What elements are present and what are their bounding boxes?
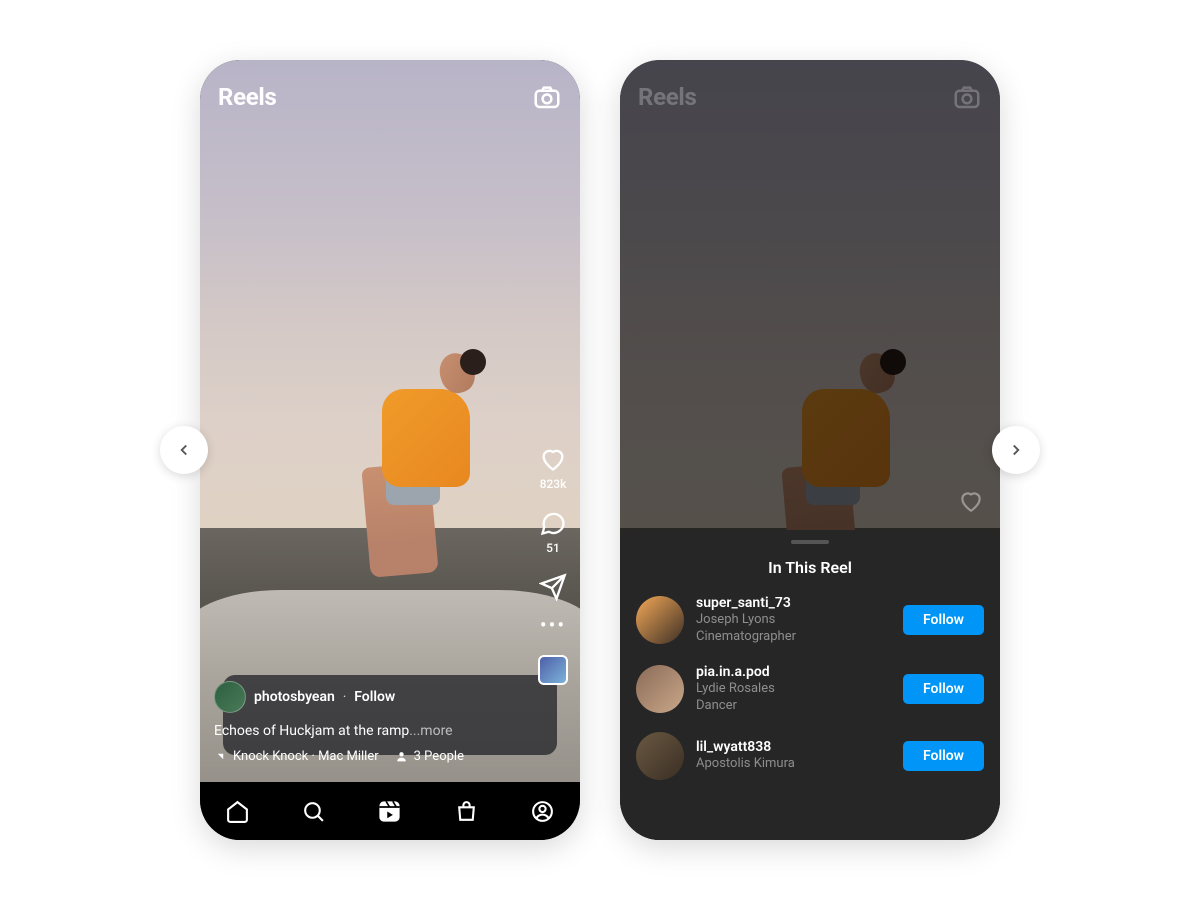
nav-home[interactable] bbox=[225, 799, 250, 824]
action-rail: 823k 51 ••• bbox=[538, 445, 568, 685]
camera-icon[interactable] bbox=[952, 82, 982, 112]
more-link[interactable]: ...more bbox=[409, 723, 452, 739]
person-row: super_santi_73 Joseph Lyons Cinematograp… bbox=[636, 595, 984, 646]
caption[interactable]: Echoes of Huckjam at the ramp...more bbox=[214, 723, 520, 739]
person-username[interactable]: lil_wyatt838 bbox=[696, 739, 891, 755]
person-row: lil_wyatt838 Apostolis Kimura Follow bbox=[636, 732, 984, 780]
nav-search[interactable] bbox=[301, 799, 326, 824]
reel-screen-sheet: Reels In This Reel super_santi_73 Joseph… bbox=[620, 60, 1000, 840]
follow-button[interactable]: Follow bbox=[903, 605, 984, 635]
page-title: Reels bbox=[218, 83, 276, 111]
author-row[interactable]: photosbyean · Follow bbox=[214, 681, 520, 713]
nav-shop[interactable] bbox=[454, 799, 479, 824]
person-username[interactable]: pia.in.a.pod bbox=[696, 664, 891, 680]
more-button[interactable]: ••• bbox=[540, 619, 566, 631]
person-name: Apostolis Kimura bbox=[696, 756, 891, 772]
person-role: Cinematographer bbox=[696, 629, 891, 645]
reel-screen: Reels 823k 51 ••• bbox=[200, 60, 580, 840]
comment-count: 51 bbox=[546, 541, 560, 555]
nav-profile[interactable] bbox=[530, 799, 555, 824]
top-bar: Reels bbox=[218, 82, 562, 112]
comment-button[interactable]: 51 bbox=[539, 509, 567, 555]
audio-link[interactable]: Knock Knock · Mac Miller bbox=[214, 749, 379, 764]
follow-button[interactable]: Follow bbox=[903, 741, 984, 771]
carousel-prev-button[interactable] bbox=[160, 426, 208, 474]
person-username[interactable]: super_santi_73 bbox=[696, 595, 891, 611]
sheet-handle[interactable] bbox=[791, 540, 829, 544]
reel-info: photosbyean · Follow Echoes of Huckjam a… bbox=[214, 681, 520, 764]
tagged-people-link[interactable]: 3 People bbox=[395, 749, 464, 764]
person-role: Dancer bbox=[696, 698, 891, 714]
people-list: super_santi_73 Joseph Lyons Cinematograp… bbox=[620, 595, 1000, 780]
person-row: pia.in.a.pod Lydie Rosales Dancer Follow bbox=[636, 664, 984, 715]
avatar[interactable] bbox=[636, 596, 684, 644]
author-avatar[interactable] bbox=[214, 681, 246, 713]
follow-button[interactable]: Follow bbox=[903, 674, 984, 704]
nav-reels[interactable] bbox=[376, 798, 403, 825]
meta-row: Knock Knock · Mac Miller 3 People bbox=[214, 749, 520, 764]
follow-link[interactable]: Follow bbox=[354, 689, 395, 705]
sheet-title: In This Reel bbox=[620, 558, 1000, 577]
avatar[interactable] bbox=[636, 732, 684, 780]
tagged-people-sheet: In This Reel super_santi_73 Joseph Lyons… bbox=[620, 530, 1000, 840]
top-bar: Reels bbox=[638, 82, 982, 112]
camera-icon[interactable] bbox=[532, 82, 562, 112]
avatar[interactable] bbox=[636, 665, 684, 713]
share-button[interactable] bbox=[539, 573, 567, 601]
phone-right: Reels In This Reel super_santi_73 Joseph… bbox=[620, 60, 1000, 840]
phone-left: Reels 823k 51 ••• bbox=[200, 60, 580, 840]
author-username[interactable]: photosbyean bbox=[254, 689, 335, 705]
page-title: Reels bbox=[638, 83, 696, 111]
bottom-nav bbox=[200, 782, 580, 840]
like-button[interactable]: 823k bbox=[539, 445, 567, 491]
person-name: Joseph Lyons bbox=[696, 612, 891, 628]
person-name: Lydie Rosales bbox=[696, 681, 891, 697]
like-count: 823k bbox=[540, 477, 567, 491]
carousel-next-button[interactable] bbox=[992, 426, 1040, 474]
audio-thumbnail[interactable] bbox=[538, 655, 568, 685]
like-button[interactable] bbox=[958, 488, 984, 518]
